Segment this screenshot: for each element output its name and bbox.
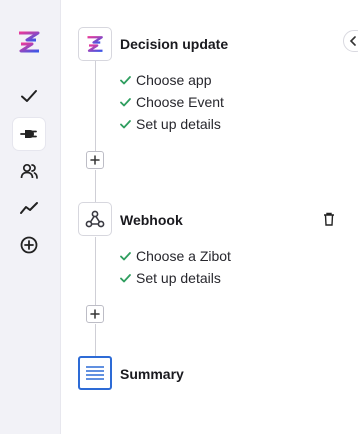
check-icon	[120, 75, 131, 86]
check-icon	[21, 90, 37, 102]
step-action-icon[interactable]	[78, 202, 112, 236]
check-icon	[120, 97, 131, 108]
check-icon	[120, 119, 131, 130]
nav-users-button[interactable]	[13, 155, 45, 187]
step-trigger-icon[interactable]	[78, 27, 112, 61]
step-title[interactable]: Summary	[120, 366, 184, 382]
nav-add-button[interactable]	[13, 229, 45, 261]
check-icon	[120, 273, 131, 284]
nav-tasks-button[interactable]	[13, 80, 45, 112]
step-title[interactable]: Webhook	[120, 212, 183, 228]
substep-item[interactable]: Choose Event	[120, 93, 224, 111]
webhook-icon	[85, 210, 105, 228]
check-icon	[120, 251, 131, 262]
chevron-left-icon	[349, 36, 356, 46]
substep-item[interactable]: Choose a Zibot	[120, 247, 231, 265]
users-icon	[20, 163, 38, 179]
summary-icon	[86, 366, 104, 380]
delete-step-button[interactable]	[322, 211, 336, 227]
connector-line	[95, 324, 96, 356]
trash-icon	[324, 212, 334, 226]
step-summary-icon[interactable]	[78, 356, 112, 390]
add-step-button[interactable]	[86, 305, 104, 323]
nav-analytics-button[interactable]	[13, 192, 45, 224]
plus-icon	[90, 309, 100, 319]
connector-line	[95, 170, 96, 202]
substep-label: Set up details	[136, 270, 221, 286]
connector-line	[95, 237, 96, 305]
add-step-button[interactable]	[86, 151, 104, 169]
substep-item[interactable]: Choose app	[120, 71, 212, 89]
app-logo-icon[interactable]	[16, 30, 42, 54]
plus-circle-icon	[20, 236, 38, 254]
substep-item[interactable]: Set up details	[120, 269, 221, 287]
substep-label: Set up details	[136, 116, 221, 132]
substep-item[interactable]: Set up details	[120, 115, 221, 133]
nav-integrations-button[interactable]	[13, 118, 45, 150]
plus-icon	[90, 155, 100, 165]
substep-label: Choose app	[136, 72, 212, 88]
zibot-logo-icon	[87, 36, 103, 52]
connector-line	[95, 61, 96, 151]
activity-icon	[20, 202, 38, 214]
substep-label: Choose Event	[136, 94, 224, 110]
substep-label: Choose a Zibot	[136, 248, 231, 264]
step-title[interactable]: Decision update	[120, 36, 228, 52]
plug-icon	[20, 130, 37, 138]
sidebar	[0, 0, 61, 434]
collapse-panel-button[interactable]	[343, 30, 358, 52]
